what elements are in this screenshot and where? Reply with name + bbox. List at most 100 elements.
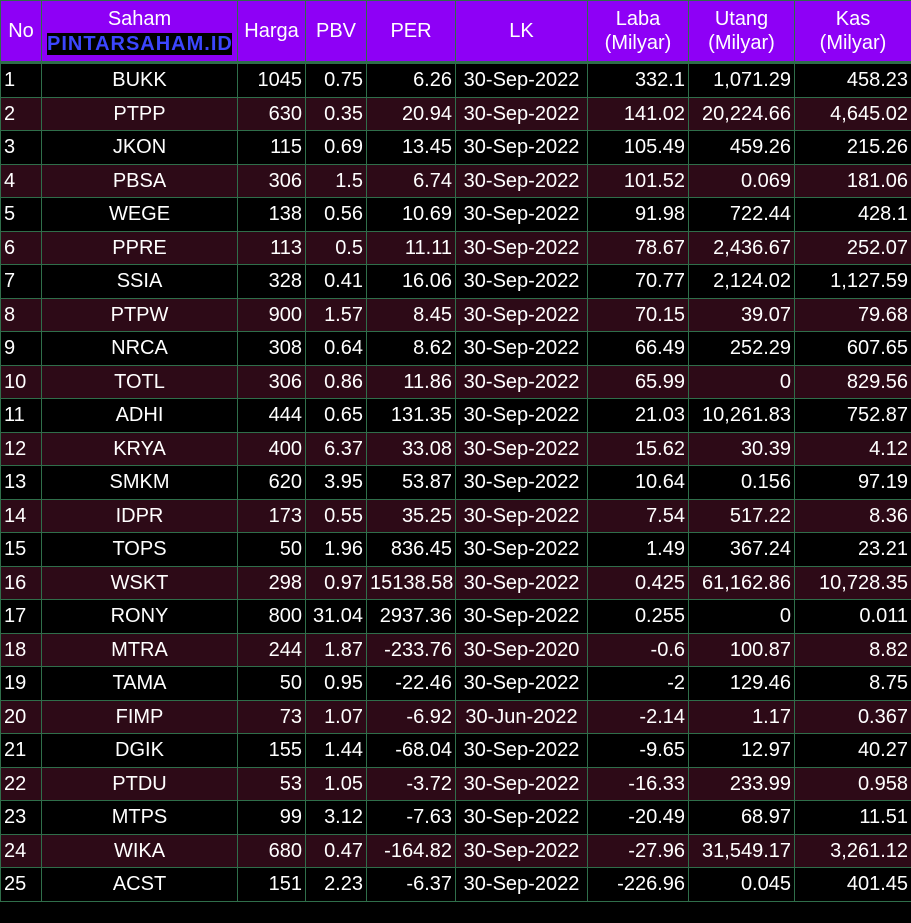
table-row: 13 SMKM 620 3.95 53.87 30-Sep-2022 10.64 0.156 9… [0,465,911,500]
cell-per: 836.45 [366,532,456,567]
cell-harga: 138 [237,197,306,232]
cell-kas: 11.51 [794,800,911,835]
cell-laba: 141.02 [587,96,689,131]
cell-utang: 252.29 [688,331,795,366]
cell-kas: 3,261.12 [794,833,911,868]
cell-harga: 308 [237,331,306,366]
cell-no: 25 [0,867,42,902]
cell-no: 9 [0,331,42,366]
cell-kas: 40.27 [794,733,911,768]
cell-per: 15138.58 [366,565,456,600]
cell-pbv: 0.97 [305,565,367,600]
header-saham-label: Saham [107,8,172,30]
cell-laba: -2.14 [587,699,689,734]
stock-table: No Saham PINTARSAHAM.ID Harga PBV PER LK… [0,0,911,902]
cell-laba: 65.99 [587,364,689,399]
cell-saham: RONY [41,599,238,634]
cell-pbv: 0.47 [305,833,367,868]
cell-saham: WIKA [41,833,238,868]
cell-saham: MTRA [41,632,238,667]
cell-per: 16.06 [366,264,456,299]
table-row: 23 MTPS 99 3.12 -7.63 30-Sep-2022 -20.49 68.97 1… [0,800,911,835]
cell-pbv: 6.37 [305,431,367,466]
header-lk-label: LK [509,20,534,42]
cell-laba: 0.255 [587,599,689,634]
cell-laba: -9.65 [587,733,689,768]
cell-pbv: 0.69 [305,130,367,165]
cell-harga: 620 [237,465,306,500]
cell-no: 4 [0,163,42,198]
table-row: 24 WIKA 680 0.47 -164.82 30-Sep-2022 -27.96 31,… [0,833,911,868]
table-row: 1 BUKK 1045 0.75 6.26 30-Sep-2022 332.1 1,071.2… [0,62,911,98]
cell-utang: 12.97 [688,733,795,768]
cell-pbv: 0.95 [305,666,367,701]
cell-per: -3.72 [366,766,456,801]
cell-saham: TAMA [41,666,238,701]
cell-kas: 0.958 [794,766,911,801]
cell-lk: 30-Sep-2022 [455,498,588,533]
cell-no: 10 [0,364,42,399]
cell-harga: 298 [237,565,306,600]
table-row: 11 ADHI 444 0.65 131.35 30-Sep-2022 21.03 10,26… [0,398,911,433]
cell-lk: 30-Sep-2022 [455,733,588,768]
cell-laba: 70.15 [587,297,689,332]
cell-laba: 21.03 [587,398,689,433]
cell-lk: 30-Sep-2022 [455,163,588,198]
cell-no: 22 [0,766,42,801]
cell-laba: 91.98 [587,197,689,232]
cell-kas: 215.26 [794,130,911,165]
cell-pbv: 3.95 [305,465,367,500]
table-row: 20 FIMP 73 1.07 -6.92 30-Jun-2022 -2.14 1.17 0.3… [0,699,911,734]
cell-lk: 30-Sep-2022 [455,800,588,835]
table-row: 7 SSIA 328 0.41 16.06 30-Sep-2022 70.77 2,124.0… [0,264,911,299]
cell-lk: 30-Sep-2022 [455,62,588,98]
cell-utang: 2,124.02 [688,264,795,299]
header-pbv: PBV [305,0,367,64]
cell-kas: 4.12 [794,431,911,466]
cell-per: -6.92 [366,699,456,734]
cell-lk: 30-Sep-2022 [455,465,588,500]
cell-harga: 630 [237,96,306,131]
cell-no: 18 [0,632,42,667]
cell-no: 20 [0,699,42,734]
table-row: 18 MTRA 244 1.87 -233.76 30-Sep-2020 -0.6 100.8… [0,632,911,667]
cell-no: 13 [0,465,42,500]
cell-lk: 30-Sep-2022 [455,398,588,433]
cell-utang: 39.07 [688,297,795,332]
cell-per: 2937.36 [366,599,456,634]
cell-utang: 0.045 [688,867,795,902]
cell-utang: 68.97 [688,800,795,835]
header-kas-label: Kas [835,8,871,30]
cell-kas: 79.68 [794,297,911,332]
table-row: 2 PTPP 630 0.35 20.94 30-Sep-2022 141.02 20,224… [0,96,911,131]
cell-per: -233.76 [366,632,456,667]
cell-laba: -2 [587,666,689,701]
cell-lk: 30-Sep-2022 [455,666,588,701]
cell-harga: 328 [237,264,306,299]
cell-per: 131.35 [366,398,456,433]
cell-kas: 428.1 [794,197,911,232]
cell-laba: 66.49 [587,331,689,366]
header-harga-label: Harga [244,20,299,42]
cell-laba: 0.425 [587,565,689,600]
cell-harga: 73 [237,699,306,734]
cell-per: -6.37 [366,867,456,902]
header-utang: Utang (Milyar) [688,0,795,64]
header-pbv-label: PBV [315,20,357,42]
cell-pbv: 1.05 [305,766,367,801]
cell-pbv: 0.55 [305,498,367,533]
header-saham: Saham PINTARSAHAM.ID [41,0,238,64]
cell-laba: 105.49 [587,130,689,165]
cell-laba: 1.49 [587,532,689,567]
cell-kas: 252.07 [794,230,911,265]
cell-saham: ADHI [41,398,238,433]
table-body: 1 BUKK 1045 0.75 6.26 30-Sep-2022 332.1 1,071.2… [0,62,911,902]
header-row: No Saham PINTARSAHAM.ID Harga PBV PER LK… [0,0,911,64]
cell-per: -7.63 [366,800,456,835]
table-row: 12 KRYA 400 6.37 33.08 30-Sep-2022 15.62 30.39 4… [0,431,911,466]
cell-lk: 30-Sep-2022 [455,96,588,131]
table-row: 25 ACST 151 2.23 -6.37 30-Sep-2022 -226.96 0.04… [0,867,911,902]
cell-laba: -16.33 [587,766,689,801]
cell-lk: 30-Sep-2022 [455,364,588,399]
header-harga: Harga [237,0,306,64]
